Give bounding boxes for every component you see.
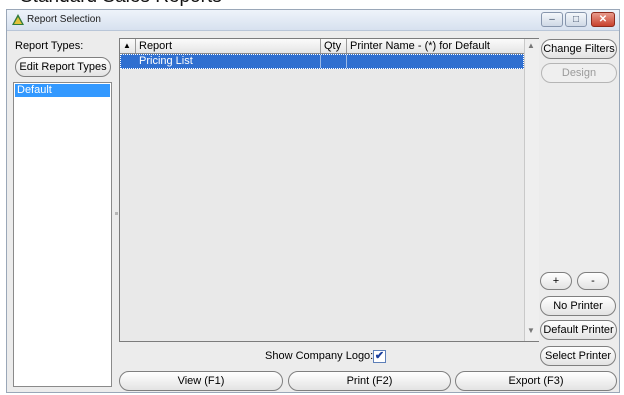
report-tree-icon: [12, 14, 24, 25]
cell-report: Pricing List: [136, 55, 321, 68]
table-row[interactable]: Pricing List: [120, 54, 524, 69]
cell-qty: [321, 55, 347, 68]
add-button[interactable]: +: [540, 272, 572, 290]
print-button[interactable]: Print (F2): [288, 371, 451, 391]
report-types-list[interactable]: Default: [13, 82, 112, 387]
column-printer-name[interactable]: Printer Name - (*) for Default: [347, 39, 524, 53]
default-printer-button[interactable]: Default Printer: [540, 320, 617, 340]
report-type-item[interactable]: Default: [15, 84, 110, 97]
remove-button[interactable]: -: [577, 272, 609, 290]
view-button[interactable]: View (F1): [119, 371, 283, 391]
column-qty[interactable]: Qty: [321, 39, 347, 53]
minimize-button[interactable]: –: [541, 12, 563, 27]
show-logo-label: Show Company Logo:: [265, 350, 374, 362]
maximize-button[interactable]: □: [565, 12, 587, 27]
grid-scrollbar[interactable]: ▲ ▼: [524, 39, 539, 341]
column-report[interactable]: Report: [136, 39, 321, 53]
splitter-handle[interactable]: [115, 212, 118, 215]
cell-printer: [347, 55, 523, 68]
background-heading-cut: Standard Sales Reports: [20, 0, 222, 8]
reports-grid[interactable]: ▲ Report Qty Printer Name - (*) for Defa…: [119, 38, 539, 342]
window-title: Report Selection: [27, 14, 101, 25]
report-selection-window: Report Selection – □ ✕ Report Types: Edi…: [6, 9, 620, 393]
report-types-label: Report Types:: [15, 40, 84, 52]
grid-header: ▲ Report Qty Printer Name - (*) for Defa…: [120, 39, 524, 54]
close-button[interactable]: ✕: [591, 12, 615, 27]
change-filters-button[interactable]: Change Filters: [541, 39, 617, 59]
scroll-down-icon[interactable]: ▼: [527, 326, 535, 335]
show-logo-checkbox[interactable]: ✔: [373, 350, 386, 363]
scroll-up-icon[interactable]: ▲: [527, 41, 535, 50]
no-printer-button[interactable]: No Printer: [540, 296, 616, 316]
design-button[interactable]: Design: [541, 63, 617, 83]
sort-arrow-icon[interactable]: ▲: [120, 39, 136, 53]
select-printer-button[interactable]: Select Printer: [540, 346, 616, 366]
edit-report-types-button[interactable]: Edit Report Types: [15, 57, 111, 77]
title-bar[interactable]: Report Selection – □ ✕: [7, 10, 619, 31]
export-button[interactable]: Export (F3): [455, 371, 617, 391]
